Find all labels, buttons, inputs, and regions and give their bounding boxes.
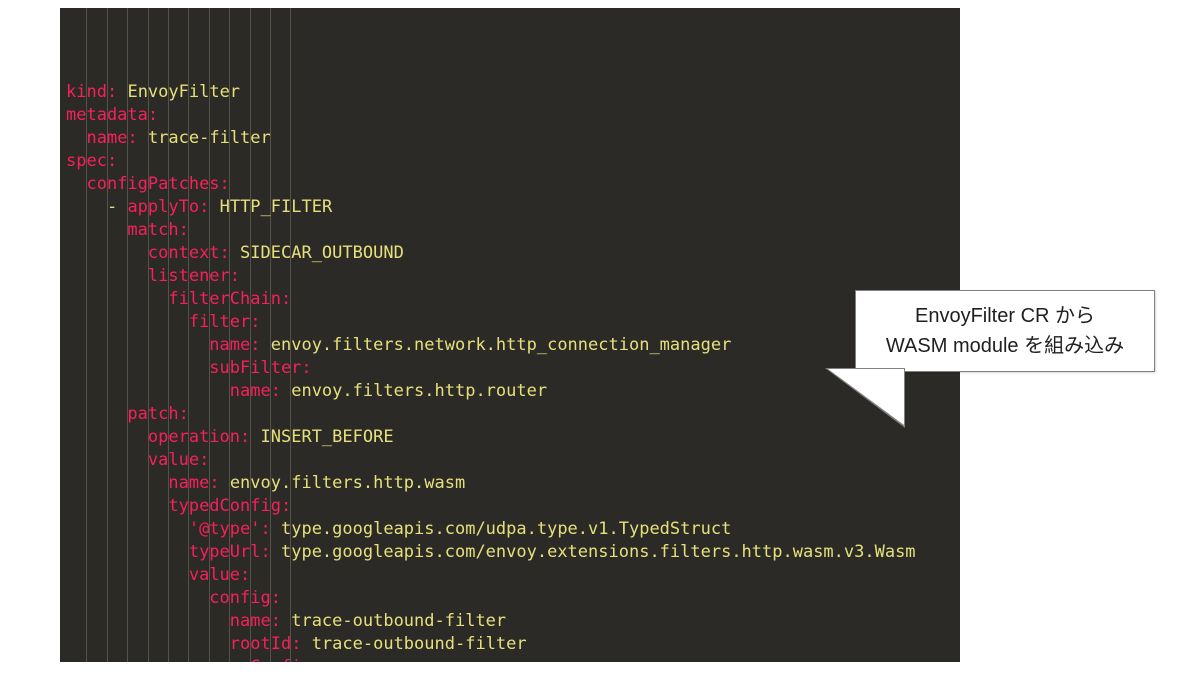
code-line: metadata: xyxy=(66,104,954,127)
code-line: name: trace-outbound-filter xyxy=(66,610,954,633)
code-line: match: xyxy=(66,219,954,242)
code-line: configPatches: xyxy=(66,173,954,196)
code-line: name: envoy.filters.http.router xyxy=(66,380,954,403)
code-line: filterChain: xyxy=(66,288,954,311)
callout-box: EnvoyFilter CR から WASM module を組み込み xyxy=(855,290,1155,372)
code-line: rootId: trace-outbound-filter xyxy=(66,633,954,656)
code-line: operation: INSERT_BEFORE xyxy=(66,426,954,449)
code-line: vmConfig: xyxy=(66,656,954,662)
code-line: kind: EnvoyFilter xyxy=(66,81,954,104)
code-line: name: envoy.filters.network.http_connect… xyxy=(66,334,954,357)
code-line: typedConfig: xyxy=(66,495,954,518)
code-lines-container: kind: EnvoyFiltermetadata: name: trace-f… xyxy=(66,81,954,662)
annotation-callout: EnvoyFilter CR から WASM module を組み込み xyxy=(855,290,1155,372)
code-line: value: xyxy=(66,449,954,472)
callout-line-2: WASM module を組み込み xyxy=(886,335,1124,357)
code-line: listener: xyxy=(66,265,954,288)
code-line: - applyTo: HTTP_FILTER xyxy=(66,196,954,219)
code-line: '@type': type.googleapis.com/udpa.type.v… xyxy=(66,518,954,541)
code-line: value: xyxy=(66,564,954,587)
code-line: filter: xyxy=(66,311,954,334)
code-line: name: trace-filter xyxy=(66,127,954,150)
code-line: patch: xyxy=(66,403,954,426)
code-line: config: xyxy=(66,587,954,610)
code-line: context: SIDECAR_OUTBOUND xyxy=(66,242,954,265)
code-line: subFilter: xyxy=(66,357,954,380)
code-line: name: envoy.filters.http.wasm xyxy=(66,472,954,495)
code-line: spec: xyxy=(66,150,954,173)
code-line: typeUrl: type.googleapis.com/envoy.exten… xyxy=(66,541,954,564)
yaml-code-block: kind: EnvoyFiltermetadata: name: trace-f… xyxy=(60,8,960,662)
callout-line-1: EnvoyFilter CR から xyxy=(915,305,1095,327)
